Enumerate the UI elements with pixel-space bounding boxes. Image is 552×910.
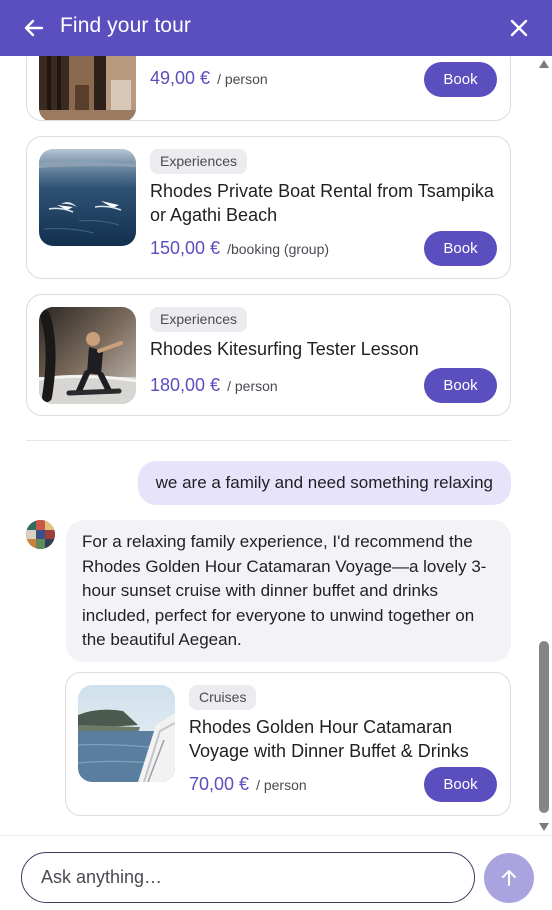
price-value: 150,00 € [150,238,221,258]
book-button[interactable]: Book [424,231,497,266]
page-title: Find your tour [60,14,191,37]
scroll-down-arrow-icon[interactable] [539,823,549,831]
price-value: 180,00 € [150,375,221,395]
scroll-up-arrow-icon[interactable] [539,60,549,68]
scrollbar[interactable] [538,56,550,835]
tour-price: 150,00 € /booking (group) [150,238,329,259]
chat-scroll-area[interactable]: 49,00 € / person Book Experiences Rhodes… [0,56,552,835]
chat-app: Find your tour 49,00 € / person Book Exp… [0,0,552,910]
message-input[interactable] [21,852,475,903]
tour-image-boat [39,149,136,246]
tour-price: 49,00 € / person [150,68,268,89]
tour-image-catamaran [78,685,175,782]
tour-card: Experiences Rhodes Kitesurfing Tester Le… [26,294,511,416]
section-divider [26,440,511,441]
tour-card: 49,00 € / person Book [26,56,511,121]
price-unit: / person [227,378,278,394]
close-icon[interactable] [508,17,530,39]
book-button[interactable]: Book [424,62,497,97]
tour-title[interactable]: Rhodes Golden Hour Catamaran Voyage with… [189,715,489,763]
book-button[interactable]: Book [424,767,497,802]
tour-card: Experiences Rhodes Private Boat Rental f… [26,136,511,279]
tour-title[interactable]: Rhodes Private Boat Rental from Tsampika… [150,179,495,227]
scrollbar-thumb[interactable] [539,641,549,813]
price-unit: / person [256,777,307,793]
assistant-avatar [26,520,55,549]
price-value: 49,00 € [150,68,211,88]
category-chip: Experiences [150,307,248,332]
price-unit: / person [217,71,268,87]
assistant-message-bubble: For a relaxing family experience, I'd re… [66,520,511,662]
book-button[interactable]: Book [424,368,497,403]
tour-title[interactable]: Rhodes Kitesurfing Tester Lesson [150,337,495,361]
recommended-tour-card: Cruises Rhodes Golden Hour Catamaran Voy… [65,672,511,816]
send-button[interactable] [484,853,534,903]
user-message-bubble: we are a family and need something relax… [137,461,511,505]
tour-image-kitesurf [39,307,136,404]
arrow-left-icon[interactable] [22,16,46,40]
category-chip: Cruises [189,685,257,710]
category-chip: Experiences [150,149,248,174]
tour-price: 70,00 € / person [189,774,307,795]
price-value: 70,00 € [189,774,250,794]
app-header: Find your tour [0,0,552,56]
price-unit: /booking (group) [227,241,330,257]
message-composer [0,835,552,910]
arrow-up-icon [502,870,516,886]
tour-price: 180,00 € / person [150,375,278,396]
tour-image-wine-cellar [39,56,136,120]
